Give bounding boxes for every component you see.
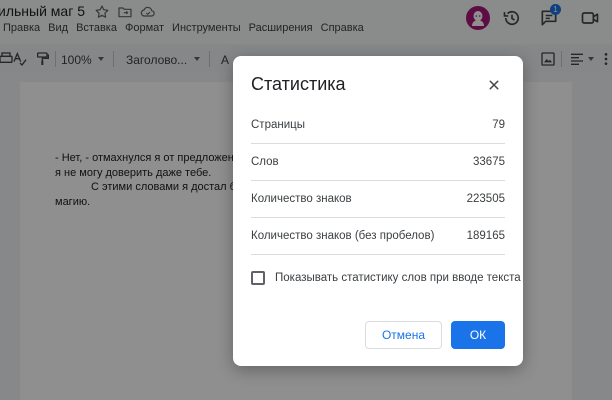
word-count-dialog: Статистика Страницы 79 Слов 33675 Количе… [233, 56, 523, 366]
dialog-title: Статистика [251, 74, 346, 94]
stat-row-pages: Страницы 79 [251, 107, 505, 144]
stat-value: 223505 [466, 193, 505, 205]
show-word-count-label[interactable]: Показывать статистику слов при вводе тек… [275, 272, 521, 284]
show-word-count-option[interactable]: Показывать статистику слов при вводе тек… [251, 269, 521, 289]
close-icon[interactable] [485, 76, 503, 94]
stat-row-characters-no-spaces: Количество знаков (без пробелов) 189165 [251, 218, 505, 255]
stat-row-characters: Количество знаков 223505 [251, 181, 505, 218]
stat-value: 33675 [473, 156, 505, 168]
stat-value: 79 [492, 119, 505, 131]
stat-label: Страницы [251, 119, 305, 131]
stat-value: 189165 [466, 230, 505, 242]
show-word-count-checkbox[interactable] [251, 271, 265, 285]
ok-button[interactable]: ОК [451, 321, 505, 349]
stat-label: Количество знаков [251, 193, 352, 205]
stat-label: Слов [251, 156, 279, 168]
cancel-button[interactable]: Отмена [365, 321, 442, 349]
stat-label: Количество знаков (без пробелов) [251, 230, 435, 242]
stat-row-words: Слов 33675 [251, 144, 505, 181]
